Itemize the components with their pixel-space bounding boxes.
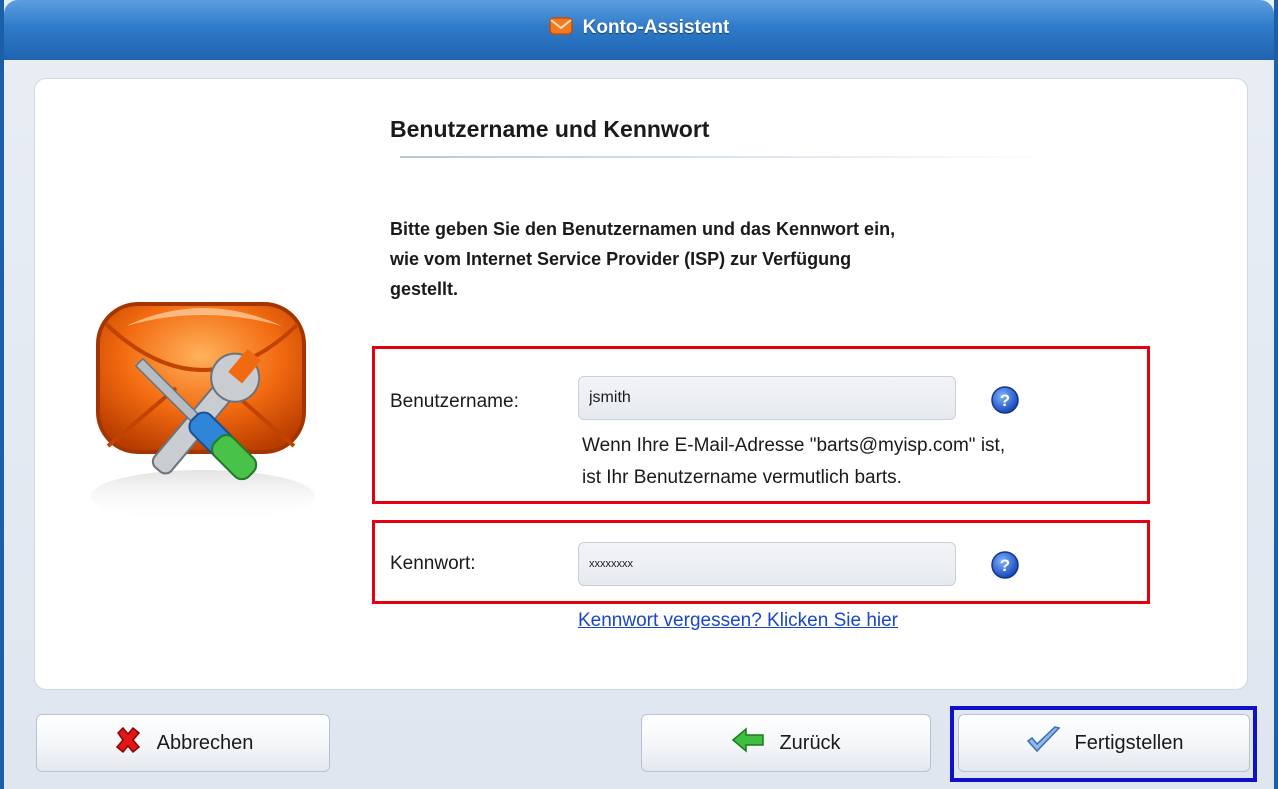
window-title: Konto-Assistent (582, 17, 730, 38)
red-x-icon (113, 725, 143, 761)
cancel-button-label: Abbrechen (156, 731, 254, 754)
hint-line: ist Ihr Benutzername vermutlich barts. (582, 467, 902, 488)
instruction-line: wie vom Internet Service Provider (ISP) … (390, 249, 852, 269)
help-icon[interactable]: ? (990, 385, 1020, 415)
green-arrow-left-icon (731, 727, 765, 759)
help-icon[interactable]: ? (990, 550, 1020, 580)
password-input[interactable] (578, 542, 956, 586)
title-divider (400, 156, 1056, 158)
envelope-tools-icon (91, 302, 315, 522)
password-label: Kennwort: (390, 553, 476, 574)
instruction-line: Bitte geben Sie den Benutzernamen und da… (390, 219, 896, 239)
title-bar[interactable]: Konto-Assistent (4, 0, 1274, 60)
username-input[interactable] (578, 376, 956, 420)
username-label: Benutzername: (390, 391, 519, 412)
hint-line: Wenn Ihre E-Mail-Adresse "barts@myisp.co… (582, 435, 1006, 456)
username-hint: Wenn Ihre E-Mail-Adresse "barts@myisp.co… (582, 430, 1005, 494)
back-button[interactable]: Zurück (641, 714, 931, 772)
instruction-line: gestellt. (390, 279, 459, 299)
forgot-password-link[interactable]: Kennwort vergessen? Klicken Sie hier (578, 610, 898, 632)
back-button-label: Zurück (779, 731, 841, 754)
svg-text:?: ? (1000, 556, 1010, 575)
page-title: Benutzername und Kennwort (390, 116, 710, 142)
finish-highlight-box (950, 706, 1257, 782)
cancel-button[interactable]: Abbrechen (36, 714, 330, 772)
instructions-text: Bitte geben Sie den Benutzernamen und da… (390, 214, 1090, 304)
envelope-icon (548, 16, 573, 41)
svg-text:?: ? (1000, 391, 1010, 410)
